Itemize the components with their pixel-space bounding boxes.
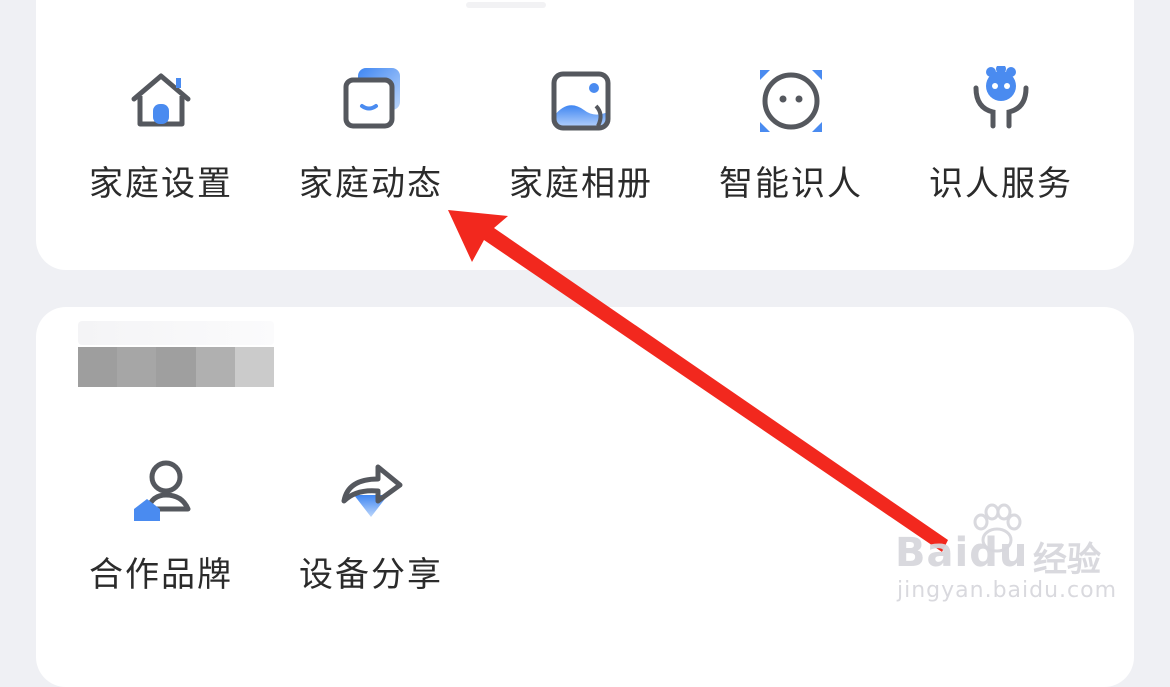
- face-recognition-icon: [760, 70, 822, 132]
- family-feed-label: 家庭动态: [299, 164, 443, 204]
- other-features-card: 合作品牌 设备分享: [36, 307, 1134, 687]
- partner-brand-button[interactable]: 合作品牌: [56, 457, 266, 637]
- recognition-service-label: 识人服务: [929, 164, 1073, 204]
- device-share-icon: [341, 464, 403, 517]
- face-recognition-label: 智能识人: [719, 164, 863, 204]
- photo-album-label: 家庭相册: [509, 164, 653, 204]
- face-recognition-button[interactable]: 智能识人: [686, 66, 896, 246]
- family-feed-button[interactable]: 家庭动态: [266, 66, 476, 246]
- card-top-edge: [466, 2, 546, 8]
- watermark-brand-cn: 经验: [1033, 540, 1101, 580]
- family-features-card: 家庭设置 家庭动态 家庭相册 智能识人 识人服务: [36, 0, 1134, 270]
- baidu-jingyan-watermark: Baidu 经验 jingyan.baidu.com: [895, 500, 1125, 610]
- home-settings-icon: [131, 73, 191, 127]
- watermark-url: jingyan.baidu.com: [897, 578, 1118, 603]
- partner-brand-icon: [134, 460, 191, 521]
- photo-album-icon: [551, 71, 611, 131]
- partner-brand-label: 合作品牌: [89, 555, 233, 595]
- watermark-brand: Baidu: [895, 530, 1029, 576]
- home-settings-label: 家庭设置: [89, 164, 233, 204]
- recognition-service-icon: [973, 66, 1029, 129]
- home-settings-button[interactable]: 家庭设置: [56, 66, 266, 246]
- recognition-service-button[interactable]: 识人服务: [896, 66, 1106, 246]
- family-feed-icon: [343, 68, 400, 129]
- device-share-button[interactable]: 设备分享: [266, 457, 476, 637]
- photo-album-button[interactable]: 家庭相册: [476, 66, 686, 246]
- section-title-redacted: [78, 321, 275, 387]
- device-share-label: 设备分享: [299, 555, 443, 595]
